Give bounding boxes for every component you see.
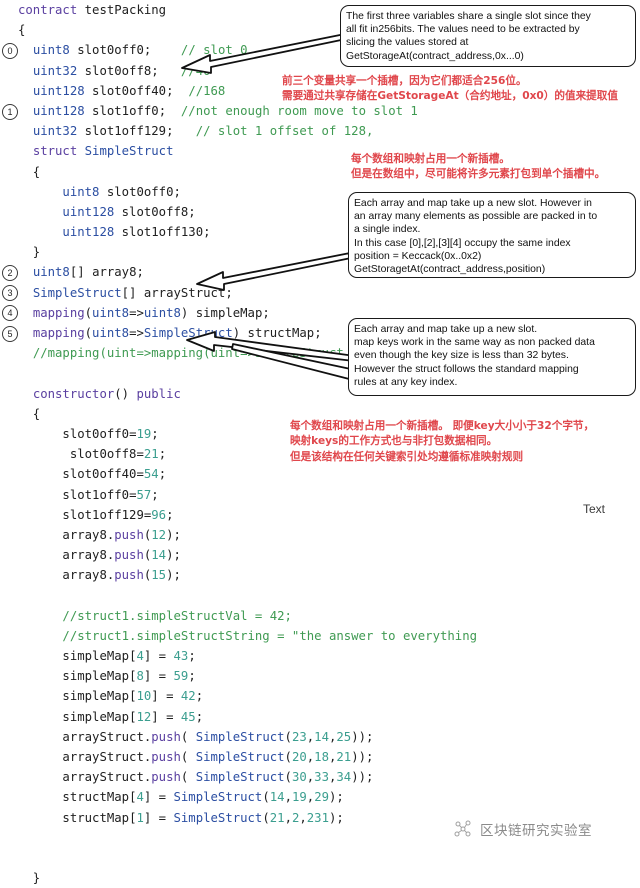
code-line-text: struct SimpleStruct <box>32 144 174 159</box>
code-line: arrayStruct.push( SimpleStruct(30,33,34)… <box>0 767 640 787</box>
code-line: simpleMap[4] = 43; <box>0 646 640 666</box>
code-line-text: simpleMap[8] = 59; <box>62 669 196 684</box>
code-line-text: uint128 slot0off40; //168 <box>32 83 226 98</box>
code-line-text: simpleMap[4] = 43; <box>62 649 196 663</box>
code-line: slot0off40=54; <box>0 464 640 484</box>
code-line-text: structMap[1] = SimpleStruct(21,2,231); <box>62 810 344 825</box>
callout-mapping-rules: Each array and map take up a new slot. m… <box>348 318 636 396</box>
code-line-text: SimpleStruct[] arrayStruct; <box>32 285 233 300</box>
code-line: simpleMap[12] = 45; <box>0 707 640 727</box>
code-line-text: //mapping(uint=>mapping(uint=>SimpleStru… <box>32 346 344 361</box>
code-line: slot1off129=96; <box>0 505 640 525</box>
code-line-text: uint8 slot0off0; <box>62 184 181 199</box>
slot-number-badge: 5 <box>2 325 18 342</box>
code-line-text: { <box>18 164 41 179</box>
code-line-text: //struct1.simpleStructString = "the answ… <box>62 628 478 643</box>
code-line-text: slot0off0=19; <box>62 426 159 441</box>
code-line: //struct1.simpleStructVal = 42; <box>0 606 640 626</box>
blockchain-lab-logo-icon <box>452 818 474 840</box>
code-line-text: constructor() public <box>32 386 181 401</box>
code-line-text: slot1off0=57; <box>62 487 159 502</box>
slot-number-badge: 3 <box>2 285 18 302</box>
code-line-text: arrayStruct.push( SimpleStruct(20,18,21)… <box>62 749 374 764</box>
code-line-text: array8.push(15); <box>62 568 181 583</box>
code-line-text: array8.push(14); <box>62 548 181 563</box>
code-line: array8.push(15); <box>0 565 640 585</box>
code-line-text: mapping(uint8=>uint8) simpleMap; <box>32 305 270 320</box>
code-line: 3 SimpleStruct[] arrayStruct; <box>0 283 640 303</box>
code-line-text: { <box>18 23 26 38</box>
code-line-text: mapping(uint8=>SimpleStruct) structMap; <box>32 326 322 340</box>
code-line: arrayStruct.push( SimpleStruct(20,18,21)… <box>0 747 640 767</box>
slot-number-badge: 0 <box>2 42 18 59</box>
code-line-text: arrayStruct.push( SimpleStruct(30,33,34)… <box>62 770 374 785</box>
code-line-text: uint128 slot0off8; <box>62 204 196 219</box>
watermark: 区块链研究实验室 <box>452 818 592 840</box>
code-line-text: uint32 slot1off129; // slot 1 offset of … <box>32 124 374 139</box>
code-line-text: uint8 slot0off0; // slot 0 <box>32 43 248 58</box>
code-line-text: simpleMap[10] = 42; <box>62 689 204 704</box>
code-line: structMap[4] = SimpleStruct(14,19,29); <box>0 787 640 807</box>
callout-array-packing: Each array and map take up a new slot. H… <box>348 192 636 278</box>
code-line: slot1off0=57; <box>0 485 640 505</box>
text-label: Text <box>583 502 606 516</box>
code-line-text: //struct1.simpleStructVal = 42; <box>62 608 292 623</box>
code-line-text: { <box>18 406 41 421</box>
code-line: array8.push(14); <box>0 545 640 565</box>
code-line: array8.push(12); <box>0 525 640 545</box>
code-line-text: contract testPacking <box>18 3 167 17</box>
code-line-text: structMap[4] = SimpleStruct(14,19,29); <box>62 790 344 805</box>
code-line-text: uint128 slot1off130; <box>62 225 211 240</box>
code-line: //struct1.simpleStructString = "the answ… <box>0 626 640 646</box>
code-line-text: } <box>18 245 41 260</box>
chinese-note-mapping: 每个数组和映射占用一个新插槽。 即便key大小小于32个字节， 映射keys的工… <box>290 420 595 463</box>
slot-number-badge: 2 <box>2 265 18 282</box>
code-line-text: array8.push(12); <box>62 527 181 542</box>
code-line: uint32 slot1off129; // slot 1 offset of … <box>0 121 640 141</box>
code-line-text: uint128 slot1off0; //not enough room mov… <box>32 103 418 118</box>
code-line-text: slot0off40=54; <box>62 467 167 482</box>
code-line-text: slot0off8=21; <box>69 447 167 462</box>
code-line: arrayStruct.push( SimpleStruct(23,14,25)… <box>0 727 640 747</box>
code-line-text: simpleMap[12] = 45; <box>62 709 204 724</box>
code-line: simpleMap[10] = 42; <box>0 686 640 706</box>
slot-number-badge: 1 <box>2 103 18 120</box>
code-line: simpleMap[8] = 59; <box>0 666 640 686</box>
slot-number-badge: 4 <box>2 305 18 322</box>
code-line-text: } <box>18 871 41 886</box>
code-line-text: slot1off129=96; <box>62 507 174 522</box>
code-line-text: uint32 slot0off8; //40 <box>32 63 211 78</box>
chinese-note-slot0: 前三个变量共享一个插槽，因为它们都适合256位。 需要通过共享存储在GetSto… <box>282 75 618 103</box>
code-line-text: arrayStruct.push( SimpleStruct(23,14,25)… <box>62 729 374 744</box>
chinese-note-array: 每个数组和映射占用一个新插槽。 但是在数组中，尽可能将许多元素打包到单个插槽中。 <box>351 153 606 181</box>
watermark-text: 区块链研究实验室 <box>480 823 592 839</box>
callout-slot0-packing: The first three variables share a single… <box>340 5 636 67</box>
code-line-text: uint8[] array8; <box>32 265 144 280</box>
code-line: } <box>0 868 640 888</box>
